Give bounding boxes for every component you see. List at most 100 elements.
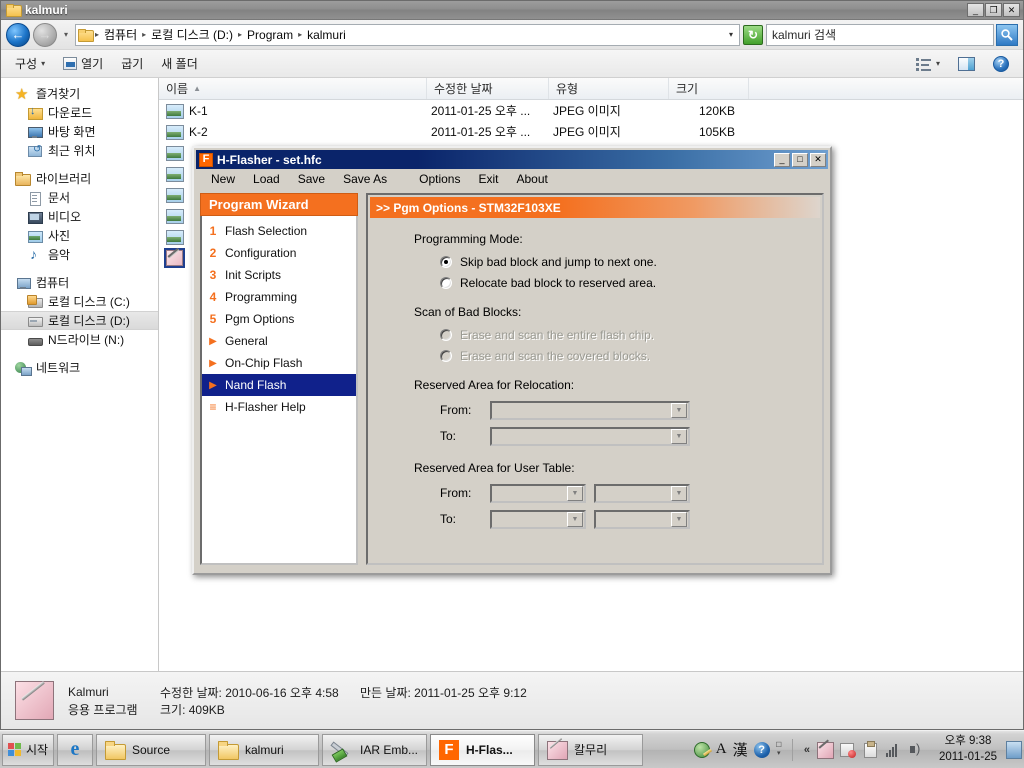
wizard-item-general[interactable]: ▶ General: [202, 330, 356, 352]
menu-about[interactable]: About: [507, 170, 556, 188]
taskbar-button-source[interactable]: Source: [96, 733, 206, 766]
forward-button[interactable]: →: [33, 22, 57, 47]
wizard-item-on-chip-flash[interactable]: ▶ On-Chip Flash: [202, 352, 356, 374]
ime-alpha-icon[interactable]: A: [716, 741, 727, 758]
ime-options-icon[interactable]: ☐ ▾: [776, 742, 782, 757]
close-button[interactable]: ✕: [810, 152, 826, 167]
menu-save[interactable]: Save: [289, 170, 334, 188]
clock[interactable]: 오후 9:38 2011-01-25: [933, 734, 1003, 765]
wizard-item-configuration[interactable]: 2 Configuration: [202, 242, 356, 264]
taskbar-button-kalmuri-app[interactable]: 칼무리: [538, 733, 643, 766]
search-input[interactable]: kalmuri 검색: [766, 23, 994, 46]
search-icon[interactable]: [996, 23, 1018, 46]
new-folder-button[interactable]: 새 폴더: [153, 52, 205, 75]
chevron-down-icon[interactable]: ▼: [671, 402, 687, 418]
volume-icon[interactable]: [909, 741, 925, 758]
breadcrumb-bar[interactable]: ▸ 컴퓨터 ▸ 로컬 디스크 (D:) ▸ Program ▸ kalmuri …: [75, 23, 740, 46]
reloc-from-combobox[interactable]: ▼: [490, 400, 690, 420]
wizard-item-nand-flash[interactable]: ▶ Nand Flash: [202, 374, 356, 396]
menu-options[interactable]: Options: [410, 170, 469, 188]
refresh-button[interactable]: ↻: [743, 24, 763, 45]
chevron-down-icon[interactable]: ▼: [671, 511, 687, 527]
breadcrumb-local-disk-d[interactable]: 로컬 디스크 (D:): [149, 26, 235, 43]
change-view-button[interactable]: ▾: [908, 54, 948, 74]
help-button[interactable]: ?: [985, 53, 1017, 75]
minimize-button[interactable]: _: [774, 152, 790, 167]
menu-load[interactable]: Load: [244, 170, 289, 188]
sidebar-item-desktop[interactable]: 바탕 화면: [1, 122, 158, 141]
kalmuri-tray-icon[interactable]: [817, 741, 835, 759]
ime-globe-icon[interactable]: [693, 741, 710, 758]
wizard-item-pgm-options[interactable]: 5 Pgm Options: [202, 308, 356, 330]
chevron-down-icon[interactable]: ▼: [671, 485, 687, 501]
reloc-to-combobox[interactable]: ▼: [490, 426, 690, 446]
burn-button[interactable]: 굽기: [113, 52, 151, 75]
taskbar-button-kalmuri[interactable]: kalmuri: [209, 733, 319, 766]
restore-button[interactable]: ❐: [985, 3, 1002, 17]
usertable-from-combobox-b[interactable]: ▼: [594, 483, 690, 503]
table-row[interactable]: K-2 2011-01-25 오후 ... JPEG 이미지 105KB: [159, 121, 1023, 142]
table-row[interactable]: K-1 2011-01-25 오후 ... JPEG 이미지 120KB: [159, 100, 1023, 121]
start-button[interactable]: 시작: [2, 733, 54, 766]
sidebar-item-videos[interactable]: 비디오: [1, 207, 158, 226]
radio-button-icon[interactable]: [440, 255, 452, 268]
sidebar-item-recent-places[interactable]: 최근 위치: [1, 141, 158, 160]
recent-locations-dropdown-icon[interactable]: ▾: [60, 30, 72, 39]
breadcrumb-program[interactable]: Program: [245, 28, 295, 42]
sidebar-item-documents[interactable]: 문서: [1, 188, 158, 207]
chevron-down-icon[interactable]: ▼: [567, 485, 583, 501]
menu-new[interactable]: New: [202, 170, 244, 188]
sidebar-item-libraries[interactable]: 라이브러리: [1, 169, 158, 188]
usertable-to-combobox-a[interactable]: ▼: [490, 509, 586, 529]
menu-save-as[interactable]: Save As: [334, 170, 396, 188]
back-button[interactable]: ←: [6, 22, 30, 47]
breadcrumb-kalmuri[interactable]: kalmuri: [305, 28, 348, 42]
sidebar-item-network[interactable]: 네트워크: [1, 358, 158, 377]
sidebar-item-pictures[interactable]: 사진: [1, 226, 158, 245]
wizard-item-hflasher-help[interactable]: ≡ H-Flasher Help: [202, 396, 356, 418]
sidebar-item-music[interactable]: 음악: [1, 245, 158, 264]
show-hidden-icons-button[interactable]: «: [804, 744, 810, 756]
organize-button[interactable]: 구성 ▾: [7, 52, 53, 75]
wizard-item-flash-selection[interactable]: 1 Flash Selection: [202, 220, 356, 242]
sidebar-item-local-disk-c[interactable]: 로컬 디스크 (C:): [1, 292, 158, 311]
sidebar-item-downloads[interactable]: 다운로드: [1, 103, 158, 122]
chevron-down-icon[interactable]: ▾: [729, 30, 737, 39]
radio-relocate-bad-block[interactable]: Relocate bad block to reserved area.: [414, 272, 822, 293]
documents-icon: [27, 191, 43, 206]
menu-exit[interactable]: Exit: [469, 170, 507, 188]
usertable-from-combobox-a[interactable]: ▼: [490, 483, 586, 503]
wizard-item-init-scripts[interactable]: 3 Init Scripts: [202, 264, 356, 286]
minimize-button[interactable]: _: [967, 3, 984, 17]
sidebar-item-n-drive[interactable]: N드라이브 (N:): [1, 330, 158, 349]
chevron-down-icon[interactable]: ▼: [671, 428, 687, 444]
breadcrumb-computer[interactable]: 컴퓨터: [102, 26, 139, 43]
sidebar-item-favorites[interactable]: 즐겨찾기: [1, 84, 158, 103]
column-header-name[interactable]: 이름 ▲: [159, 78, 427, 99]
hflasher-titlebar[interactable]: F H-Flasher - set.hfc _ □ ✕: [196, 150, 828, 169]
radio-skip-bad-block[interactable]: Skip bad block and jump to next one.: [414, 251, 822, 272]
preview-pane-button[interactable]: [950, 54, 983, 74]
usertable-to-combobox-b[interactable]: ▼: [594, 509, 690, 529]
radio-button-icon[interactable]: [440, 276, 452, 289]
ime-help-icon[interactable]: ?: [753, 741, 770, 758]
clipboard-icon[interactable]: [863, 740, 879, 758]
close-button[interactable]: ✕: [1003, 3, 1020, 17]
open-button[interactable]: 열기: [55, 52, 111, 75]
sidebar-item-local-disk-d[interactable]: 로컬 디스크 (D:): [1, 311, 158, 330]
column-header-date-modified[interactable]: 수정한 날짜: [427, 78, 549, 99]
column-header-type[interactable]: 유형: [549, 78, 669, 99]
sidebar-item-computer[interactable]: 컴퓨터: [1, 273, 158, 292]
wizard-item-programming[interactable]: 4 Programming: [202, 286, 356, 308]
restore-button[interactable]: □: [792, 152, 808, 167]
chevron-down-icon[interactable]: ▼: [567, 511, 583, 527]
ime-hanja-icon[interactable]: 漢: [733, 739, 748, 760]
taskbar-button-iar-embedded[interactable]: IAR Emb...: [322, 733, 427, 766]
taskbar-button-hflasher[interactable]: F H-Flas...: [430, 733, 535, 766]
column-header-size[interactable]: 크기: [669, 78, 749, 99]
network-error-icon[interactable]: [840, 742, 857, 758]
language-bar[interactable]: A 漢 ? ☐ ▾: [690, 739, 786, 760]
show-desktop-button[interactable]: [1006, 740, 1022, 759]
signal-icon[interactable]: [886, 743, 902, 757]
internet-explorer-icon[interactable]: e: [57, 733, 93, 766]
